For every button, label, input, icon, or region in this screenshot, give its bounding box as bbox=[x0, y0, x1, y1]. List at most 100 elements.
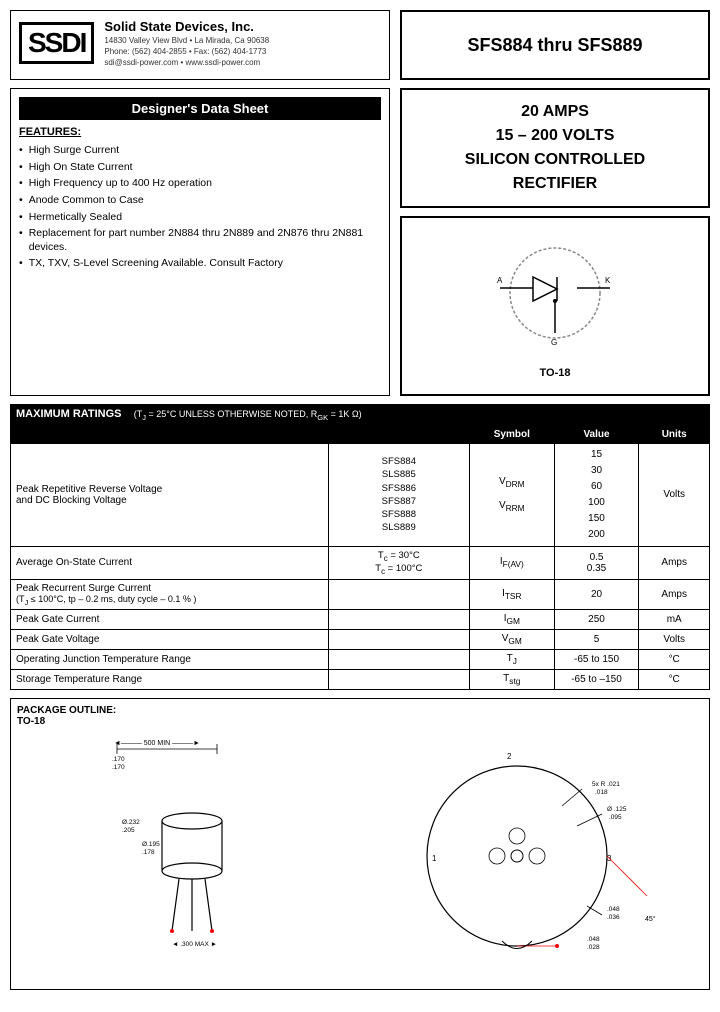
company-web: sdi@ssdi-power.com • www.ssdi-power.com bbox=[104, 58, 269, 67]
product-title3: SILICON CONTROLLED bbox=[465, 148, 645, 172]
units-stor-temp: °C bbox=[639, 670, 710, 690]
company-phone: Phone: (562) 404-2855 • Fax: (562) 404-1… bbox=[104, 47, 269, 56]
page: SSDI Solid State Devices, Inc. 14830 Val… bbox=[0, 0, 720, 1012]
symbol-voltage: VDRMVRRM bbox=[469, 443, 554, 546]
svg-text:1: 1 bbox=[432, 854, 437, 863]
svg-text:◄——— 500 MIN ———►: ◄——— 500 MIN ———► bbox=[114, 740, 200, 747]
symbol-op-temp: TJ bbox=[469, 650, 554, 670]
svg-text:45°: 45° bbox=[645, 915, 656, 923]
symbol-surge: ITSR bbox=[469, 579, 554, 610]
desc-op-temp: Operating Junction Temperature Range bbox=[11, 650, 329, 670]
value-current: 0.50.35 bbox=[554, 546, 639, 579]
feature-item-4: Anode Common to Case bbox=[19, 194, 381, 208]
svg-text:.095: .095 bbox=[609, 814, 622, 821]
cond-gate-current bbox=[328, 610, 469, 630]
units-op-temp: °C bbox=[639, 650, 710, 670]
desc-gate-voltage: Peak Gate Voltage bbox=[11, 630, 329, 650]
desc-current: Average On-State Current bbox=[11, 546, 329, 579]
table-header-title: MAXIMUM RATINGS bbox=[16, 408, 122, 420]
value-voltage: 153060100150200 bbox=[554, 443, 639, 546]
svg-text:.170: .170 bbox=[112, 764, 125, 771]
package-drawing: ◄——— 500 MIN ———► .170 .170 Ø.232 .205 Ø… bbox=[17, 731, 717, 981]
ratings-table: MAXIMUM RATINGS (TJ = 25°C UNLESS OTHERW… bbox=[10, 404, 710, 690]
col-header-value: Value bbox=[554, 425, 639, 443]
svg-text:.205: .205 bbox=[122, 827, 135, 834]
svg-text:.036: .036 bbox=[607, 914, 620, 921]
feature-item-7: TX, TXV, S-Level Screening Available. Co… bbox=[19, 257, 381, 271]
header-section: SSDI Solid State Devices, Inc. 14830 Val… bbox=[10, 10, 710, 80]
table-row-surge: Peak Recurrent Surge Current(TJ ≤ 100°C,… bbox=[11, 579, 710, 610]
svg-text:.178: .178 bbox=[142, 849, 155, 856]
feature-item-2: High On State Current bbox=[19, 161, 381, 175]
svg-text:.048: .048 bbox=[587, 936, 600, 943]
table-row-gate-current: Peak Gate Current IGM 250 mA bbox=[11, 610, 710, 630]
desc-surge: Peak Recurrent Surge Current(TJ ≤ 100°C,… bbox=[11, 579, 329, 610]
device-image-box: A K G TO-18 bbox=[400, 216, 710, 396]
table-row-stor-temp: Storage Temperature Range Tstg -65 to –1… bbox=[11, 670, 710, 690]
svg-text:.028: .028 bbox=[587, 944, 600, 951]
product-title2: 15 – 200 VOLTS bbox=[465, 124, 645, 148]
svg-text:2: 2 bbox=[507, 752, 512, 761]
svg-text:K: K bbox=[605, 276, 611, 285]
units-current: Amps bbox=[639, 546, 710, 579]
value-op-temp: -65 to 150 bbox=[554, 650, 639, 670]
desc-gate-current: Peak Gate Current bbox=[11, 610, 329, 630]
svg-text:G: G bbox=[551, 338, 557, 347]
features-list: High Surge Current High On State Current… bbox=[19, 144, 381, 271]
cond-surge bbox=[328, 579, 469, 610]
value-gate-voltage: 5 bbox=[554, 630, 639, 650]
svg-text:.018: .018 bbox=[595, 789, 608, 796]
company-name: Solid State Devices, Inc. bbox=[104, 19, 269, 34]
svg-text:.170: .170 bbox=[112, 756, 125, 763]
logo-section: SSDI Solid State Devices, Inc. 14830 Val… bbox=[10, 10, 390, 80]
symbol-gate-current: IGM bbox=[469, 610, 554, 630]
features-header: Designer's Data Sheet bbox=[19, 97, 381, 120]
device-schematic: A K G bbox=[495, 233, 615, 363]
units-gate-voltage: Volts bbox=[639, 630, 710, 650]
product-title1: 20 AMPS bbox=[465, 100, 645, 124]
package-section: PACKAGE OUTLINE: TO-18 ◄——— 500 MIN ———►… bbox=[10, 698, 710, 990]
feature-item-5: Hermetically Sealed bbox=[19, 211, 381, 225]
symbol-current: IF(AV) bbox=[469, 546, 554, 579]
feature-item-1: High Surge Current bbox=[19, 144, 381, 158]
value-surge: 20 bbox=[554, 579, 639, 610]
table-header: MAXIMUM RATINGS (TJ = 25°C UNLESS OTHERW… bbox=[11, 405, 710, 426]
value-stor-temp: -65 to –150 bbox=[554, 670, 639, 690]
part-list-voltage: SFS884SLS885SFS886SFS887SFS888SLS889 bbox=[328, 443, 469, 546]
svg-text:Ø .125: Ø .125 bbox=[607, 806, 627, 813]
svg-text:Ø.232: Ø.232 bbox=[122, 819, 140, 826]
logo-box: SSDI Solid State Devices, Inc. 14830 Val… bbox=[19, 19, 381, 67]
cond-stor-temp bbox=[328, 670, 469, 690]
product-title4: RECTIFIER bbox=[465, 172, 645, 196]
svg-text:A: A bbox=[497, 276, 503, 285]
features-section: Designer's Data Sheet FEATURES: High Sur… bbox=[10, 88, 710, 396]
units-voltage: Volts bbox=[639, 443, 710, 546]
desc-voltage: Peak Repetitive Reverse Voltageand DC Bl… bbox=[11, 443, 329, 546]
cond-gate-voltage bbox=[328, 630, 469, 650]
units-gate-current: mA bbox=[639, 610, 710, 630]
col-header-symbol: Symbol bbox=[469, 425, 554, 443]
feature-item-3: High Frequency up to 400 Hz operation bbox=[19, 177, 381, 191]
features-title: FEATURES: bbox=[19, 126, 381, 138]
feature-item-6: Replacement for part number 2N884 thru 2… bbox=[19, 227, 381, 254]
desc-stor-temp: Storage Temperature Range bbox=[11, 670, 329, 690]
features-box: Designer's Data Sheet FEATURES: High Sur… bbox=[10, 88, 390, 396]
symbol-stor-temp: Tstg bbox=[469, 670, 554, 690]
table-header-condition: (TJ = 25°C UNLESS OTHERWISE NOTED, RGK =… bbox=[134, 409, 362, 419]
svg-text:Ø.195: Ø.195 bbox=[142, 841, 160, 848]
cond-op-temp bbox=[328, 650, 469, 670]
ssdi-logo: SSDI bbox=[19, 22, 94, 64]
device-package-label: TO-18 bbox=[540, 367, 571, 379]
table-row-voltage: Peak Repetitive Reverse Voltageand DC Bl… bbox=[11, 443, 710, 546]
product-desc-box: 20 AMPS 15 – 200 VOLTS SILICON CONTROLLE… bbox=[400, 88, 710, 208]
table-row-current: Average On-State Current Tc = 30°CTc = 1… bbox=[11, 546, 710, 579]
col-header-description bbox=[11, 425, 329, 443]
table-row-op-temp: Operating Junction Temperature Range TJ … bbox=[11, 650, 710, 670]
company-address: 14830 Valley View Blvd • La Mirada, Ca 9… bbox=[104, 36, 269, 45]
part-number-box: SFS884 thru SFS889 bbox=[400, 10, 710, 80]
package-title: PACKAGE OUTLINE: TO-18 bbox=[17, 705, 703, 727]
units-surge: Amps bbox=[639, 579, 710, 610]
col-header-part bbox=[328, 425, 469, 443]
value-gate-current: 250 bbox=[554, 610, 639, 630]
svg-text:◄ .300 MAX ►: ◄ .300 MAX ► bbox=[172, 941, 217, 948]
